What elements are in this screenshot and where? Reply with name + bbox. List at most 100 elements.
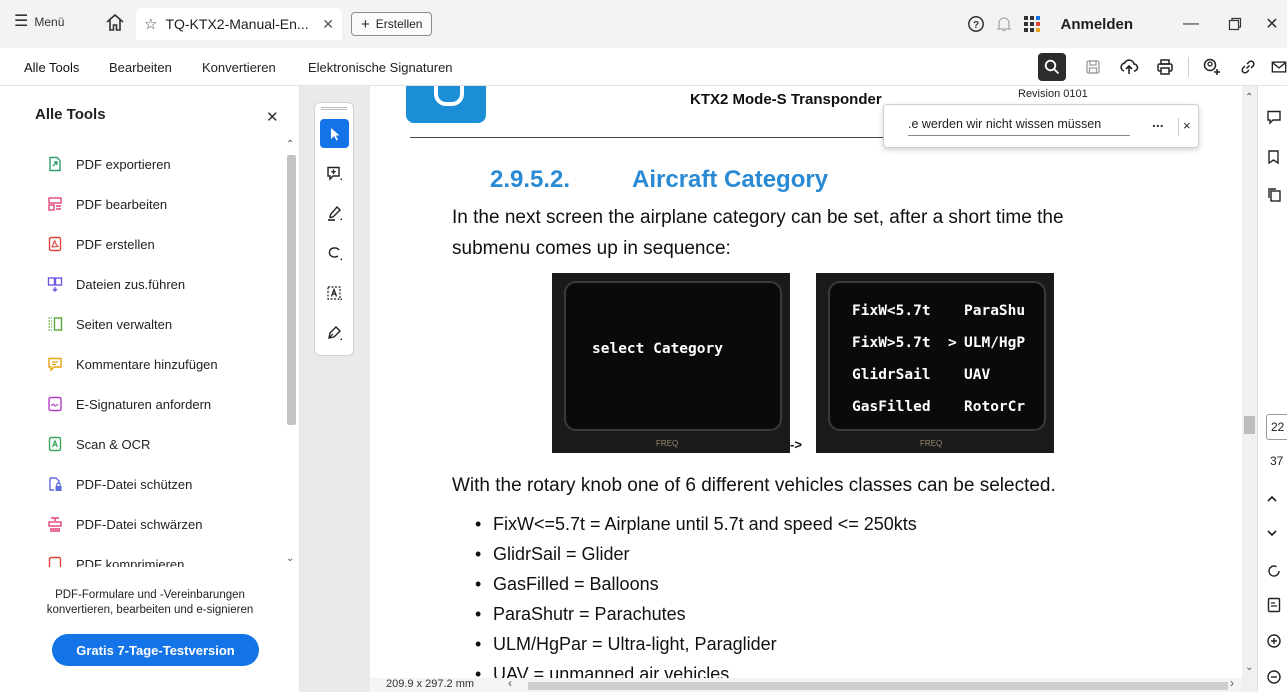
export-pdf-icon	[46, 155, 64, 173]
list-item-text: GasFilled = Balloons	[493, 574, 659, 594]
highlighter-icon	[327, 205, 342, 221]
tools-list-scrollbar[interactable]: ⌃ ⌄	[284, 139, 298, 567]
copy-link-button[interactable]	[1235, 54, 1261, 80]
tab-esignatures[interactable]: Elektronische Signaturen	[308, 60, 453, 75]
bookmarks-panel-button[interactable]	[1266, 146, 1287, 168]
share-user-button[interactable]	[1199, 54, 1225, 80]
tool-label: Kommentare hinzufügen	[76, 356, 218, 372]
tool-scan-ocr[interactable]: Scan & OCR	[46, 433, 150, 455]
document-tab[interactable]: ☆ TQ-KTX2-Manual-En... ✕	[136, 8, 342, 40]
horizontal-scrollbar[interactable]	[528, 682, 1228, 690]
apps-button[interactable]	[1018, 10, 1046, 38]
tool-combine-files[interactable]: Dateien zus.führen	[46, 273, 185, 295]
select-tool-button[interactable]	[320, 119, 349, 148]
upload-cloud-button[interactable]	[1116, 54, 1142, 80]
scroll-up-icon[interactable]: ⌃	[1245, 92, 1253, 103]
tab-all-tools[interactable]: Alle Tools	[24, 60, 79, 75]
tool-create-pdf[interactable]: PDF erstellen	[46, 233, 155, 255]
drag-handle[interactable]	[321, 107, 347, 110]
lcd-menu-item: FixW>5.7t	[852, 335, 931, 351]
toolbar-divider	[1188, 57, 1189, 77]
home-icon	[106, 13, 124, 31]
tool-export-pdf[interactable]: PDF exportieren	[46, 153, 171, 175]
lcd-cursor: >	[948, 335, 957, 351]
find-more-options-icon[interactable]: ...	[1152, 114, 1164, 130]
add-comment-tool-button[interactable]	[320, 159, 349, 188]
search-icon	[1044, 59, 1060, 75]
pages-panel-button[interactable]	[1266, 184, 1287, 206]
search-button[interactable]	[1038, 53, 1066, 81]
tool-label: Dateien zus.führen	[76, 276, 186, 292]
scroll-up-icon[interactable]: ⌃	[286, 139, 294, 150]
home-button[interactable]	[103, 11, 127, 35]
tool-organize-pages[interactable]: Seiten verwalten	[46, 313, 172, 335]
find-close-icon[interactable]: ×	[1183, 118, 1191, 133]
login-button[interactable]: Anmelden	[1060, 16, 1133, 33]
tool-protect-pdf[interactable]: PDF-Datei schützen	[46, 473, 192, 495]
fit-page-button[interactable]	[1266, 594, 1287, 616]
tool-label: PDF bearbeiten	[76, 196, 168, 212]
free-trial-button[interactable]: Gratis 7-Tage-Testversion	[52, 634, 259, 666]
create-button[interactable]: + Erstellen	[351, 12, 433, 36]
zoom-in-icon	[1267, 634, 1281, 648]
tool-label: PDF exportieren	[76, 156, 171, 172]
tool-request-esignatures[interactable]: E-Signaturen anfordern	[46, 393, 211, 415]
document-vertical-scrollbar[interactable]: ⌃ ⌄	[1242, 86, 1257, 692]
star-icon[interactable]: ☆	[144, 15, 157, 33]
help-button[interactable]: ?	[962, 10, 990, 38]
notifications-button[interactable]	[990, 10, 1018, 38]
minimize-button[interactable]: —	[1169, 0, 1213, 48]
intro-text-line-1: In the next screen the airplane category…	[452, 207, 1064, 228]
tool-label: PDF erstellen	[76, 236, 155, 252]
rotate-button[interactable]	[1266, 560, 1287, 582]
scroll-left-icon[interactable]: ‹	[508, 676, 512, 690]
menu-button[interactable]: ☰ Menü	[14, 14, 64, 30]
next-page-button[interactable]	[1266, 522, 1287, 544]
scroll-right-icon[interactable]: ›	[1230, 676, 1234, 690]
draw-tool-button[interactable]	[320, 239, 349, 268]
scroll-down-icon[interactable]: ⌄	[1245, 662, 1253, 673]
tool-label: E-Signaturen anfordern	[76, 396, 212, 412]
print-button[interactable]	[1152, 54, 1178, 80]
tab-title: TQ-KTX2-Manual-En...	[165, 16, 309, 32]
scrollbar-thumb[interactable]	[1244, 416, 1255, 434]
create-pdf-icon	[46, 235, 64, 253]
zoom-out-button[interactable]	[1266, 666, 1287, 688]
list-item-text: GlidrSail = Glider	[493, 544, 630, 564]
zoom-in-button[interactable]	[1266, 630, 1287, 652]
email-button[interactable]	[1271, 54, 1287, 80]
list-item: • ParaShutr = Parachutes	[475, 604, 686, 625]
highlight-tool-button[interactable]	[320, 199, 349, 228]
copy-pages-icon	[1268, 188, 1281, 202]
tool-edit-pdf[interactable]: PDF bearbeiten	[46, 193, 167, 215]
maximize-button[interactable]	[1213, 0, 1257, 48]
scroll-down-icon[interactable]: ⌄	[286, 553, 294, 564]
tool-redact-pdf[interactable]: PDF-Datei schwärzen	[46, 513, 202, 535]
find-input[interactable]: e werden wir nicht wissen müssen.	[908, 117, 1134, 131]
protect-pdf-icon	[46, 475, 64, 493]
combine-files-icon	[46, 275, 64, 293]
tab-edit[interactable]: Bearbeiten	[109, 60, 172, 75]
page-number-input[interactable]: 22	[1266, 414, 1287, 440]
save-button[interactable]	[1080, 54, 1106, 80]
comments-panel-button[interactable]	[1266, 106, 1287, 128]
document-toolbar	[1038, 52, 1287, 82]
close-tab-icon[interactable]: ✕	[322, 16, 334, 33]
previous-page-button[interactable]	[1266, 488, 1287, 510]
lcd-brand: FREQ	[656, 439, 679, 448]
close-icon: ✕	[1265, 16, 1279, 33]
right-rail: 22 37	[1257, 86, 1287, 692]
sign-tool-button[interactable]	[320, 319, 349, 348]
document-viewer: KTX2 Mode-S Transponder Revision 0101 2.…	[300, 86, 1257, 692]
close-panel-icon[interactable]: ✕	[266, 108, 279, 126]
title-bar-right: ? Anmelden — ✕	[962, 0, 1287, 48]
tool-add-comments[interactable]: Kommentare hinzufügen	[46, 353, 218, 375]
text-box-tool-button[interactable]	[320, 279, 349, 308]
minimize-icon: —	[1183, 15, 1199, 32]
tool-compress-pdf[interactable]: PDF komprimieren	[46, 553, 184, 567]
list-item-text: ParaShutr = Parachutes	[493, 604, 686, 624]
tab-convert[interactable]: Konvertieren	[202, 60, 276, 75]
scrollbar-thumb[interactable]	[287, 155, 296, 425]
panel-title: Alle Tools	[35, 106, 106, 123]
close-window-button[interactable]: ✕	[1257, 0, 1287, 48]
